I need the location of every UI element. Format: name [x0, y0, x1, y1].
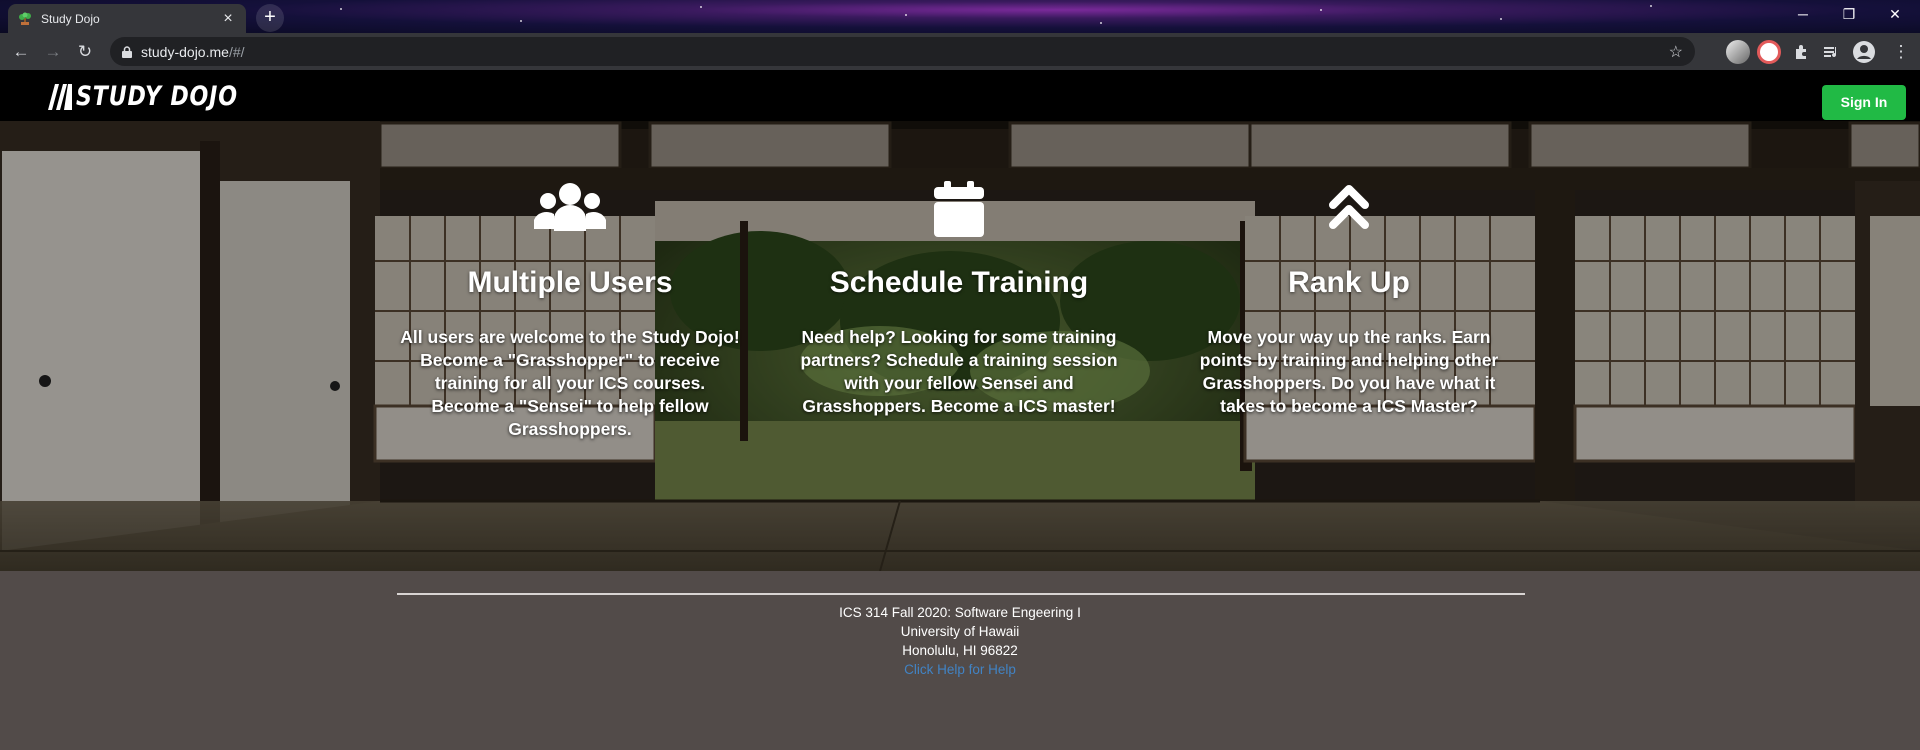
double-chevron-up-icon: [1329, 185, 1369, 229]
help-link[interactable]: Click Help for Help: [904, 662, 1016, 677]
feature-description: Need help? Looking for some training par…: [800, 327, 1118, 416]
footer-divider: [397, 593, 1525, 595]
footer-course-line: ICS 314 Fall 2020: Software Engeering I: [839, 605, 1081, 620]
browser-tab[interactable]: Study Dojo ×: [8, 4, 246, 33]
forward-arrow-icon[interactable]: →: [40, 39, 66, 65]
extensions-puzzle-icon[interactable]: [1790, 40, 1814, 64]
feature-description: Move your way up the ranks. Earn points …: [1199, 327, 1499, 416]
reload-icon[interactable]: ↻: [72, 39, 98, 65]
browser-tab-strip: Study Dojo × + ─ ❐ ✕: [0, 0, 1920, 33]
url-path: /#/: [228, 43, 245, 60]
tab-close-icon[interactable]: ×: [220, 10, 236, 27]
footer-university-line: University of Hawaii: [900, 624, 1020, 639]
profile-icon[interactable]: [1852, 40, 1876, 64]
site-navbar: STUDY DOJO Sign In: [0, 70, 1920, 121]
restore-icon[interactable]: ❐: [1826, 0, 1872, 30]
browser-toolbar: ← → ↻ study-dojo.me/#/ ☆ ⋮: [0, 33, 1920, 70]
browser-menu-icon[interactable]: ⋮: [1888, 39, 1914, 65]
address-bar[interactable]: study-dojo.me/#/ ☆: [110, 37, 1695, 66]
feature-description: All users are welcome to the Study Dojo!…: [400, 327, 740, 439]
media-queue-icon[interactable]: [1820, 40, 1844, 64]
hero-section: Multiple Users All users are welcome to …: [0, 121, 1920, 571]
feature-title: Schedule Training: [829, 266, 1089, 299]
window-close-icon[interactable]: ✕: [1872, 0, 1918, 30]
feature-title: Rank Up: [1288, 266, 1410, 299]
logo-text: STUDY DOJO: [76, 81, 238, 112]
extension-avatar-icon[interactable]: [1726, 40, 1750, 64]
back-arrow-icon[interactable]: ←: [8, 39, 34, 65]
site-footer: ICS 314 Fall 2020: Software Engeering I …: [0, 571, 1920, 750]
study-dojo-logo[interactable]: STUDY DOJO: [48, 81, 273, 112]
url-host: study-dojo.me: [141, 43, 229, 60]
new-tab-button[interactable]: +: [256, 4, 284, 32]
logo-slash-mark-icon: [48, 84, 72, 110]
tab-title: Study Dojo: [41, 11, 100, 26]
sign-in-button[interactable]: Sign In: [1822, 85, 1906, 120]
bonsai-favicon-icon: [19, 12, 31, 25]
footer-address-line: Honolulu, HI 96822: [902, 643, 1018, 658]
bookmark-star-icon[interactable]: ☆: [1669, 42, 1683, 62]
calendar-icon: [934, 181, 984, 237]
lock-icon: [122, 45, 132, 58]
feature-title: Multiple Users: [467, 266, 673, 299]
users-icon: [534, 183, 606, 231]
minimize-icon[interactable]: ─: [1780, 0, 1826, 30]
extension-ball-icon[interactable]: [1757, 40, 1781, 64]
